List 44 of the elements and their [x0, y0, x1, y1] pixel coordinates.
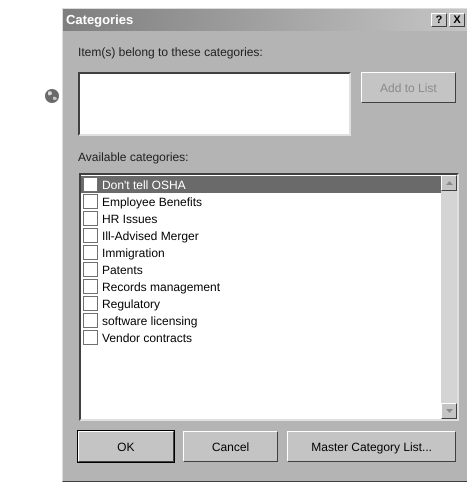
category-label: Immigration — [101, 244, 165, 262]
category-item[interactable]: Records management — [81, 278, 441, 295]
category-item[interactable]: software licensing — [81, 312, 441, 329]
category-label: Regulatory — [101, 296, 160, 312]
dialog-button[interactable]: OK — [78, 431, 174, 462]
checkbox[interactable] — [83, 262, 98, 277]
scroll-down-button[interactable] — [441, 403, 457, 419]
checkbox[interactable] — [83, 279, 98, 294]
down-arrow-icon — [446, 409, 452, 413]
categories-field[interactable] — [78, 72, 351, 136]
category-label: Patents — [101, 262, 143, 278]
dialog-button[interactable]: Cancel — [182, 431, 278, 462]
category-item[interactable]: Regulatory — [81, 295, 441, 312]
checkbox[interactable] — [83, 228, 98, 243]
checkbox[interactable] — [83, 211, 98, 226]
category-label: Vendor contracts — [101, 330, 192, 346]
available-label: Available categories: — [78, 149, 190, 166]
window-title: Categories — [66, 11, 134, 30]
category-item[interactable]: Patents — [81, 261, 441, 278]
checkbox[interactable] — [83, 245, 98, 260]
up-arrow-icon — [446, 181, 452, 185]
scroll-up-button[interactable] — [441, 175, 457, 191]
category-label: Records management — [101, 278, 220, 296]
dialog-button[interactable]: Master Category List... — [287, 431, 456, 462]
category-label: Ill-Advised Merger — [101, 228, 199, 244]
globe-icon — [44, 88, 60, 104]
close-button[interactable]: X — [449, 13, 465, 27]
checkbox[interactable] — [83, 313, 98, 328]
category-label: software licensing — [101, 312, 198, 330]
checkbox[interactable] — [83, 296, 98, 311]
category-item[interactable]: Immigration — [81, 244, 441, 261]
category-label: HR Issues — [101, 210, 158, 228]
assigned-label: Item(s) belong to these categories: — [78, 44, 264, 61]
checkbox[interactable] — [83, 194, 98, 209]
checkbox[interactable] — [83, 330, 98, 345]
category-item[interactable]: HR Issues — [81, 210, 441, 227]
help-button[interactable]: ? — [431, 13, 447, 27]
category-item[interactable]: Ill-Advised Merger — [81, 227, 441, 244]
category-item[interactable]: Vendor contracts — [81, 329, 441, 346]
category-item[interactable]: Don't tell OSHA — [81, 176, 441, 193]
category-item[interactable]: Employee Benefits — [81, 193, 441, 210]
category-label: Employee Benefits — [101, 194, 202, 210]
category-label: Don't tell OSHA — [101, 176, 186, 194]
checkbox[interactable] — [83, 177, 98, 192]
